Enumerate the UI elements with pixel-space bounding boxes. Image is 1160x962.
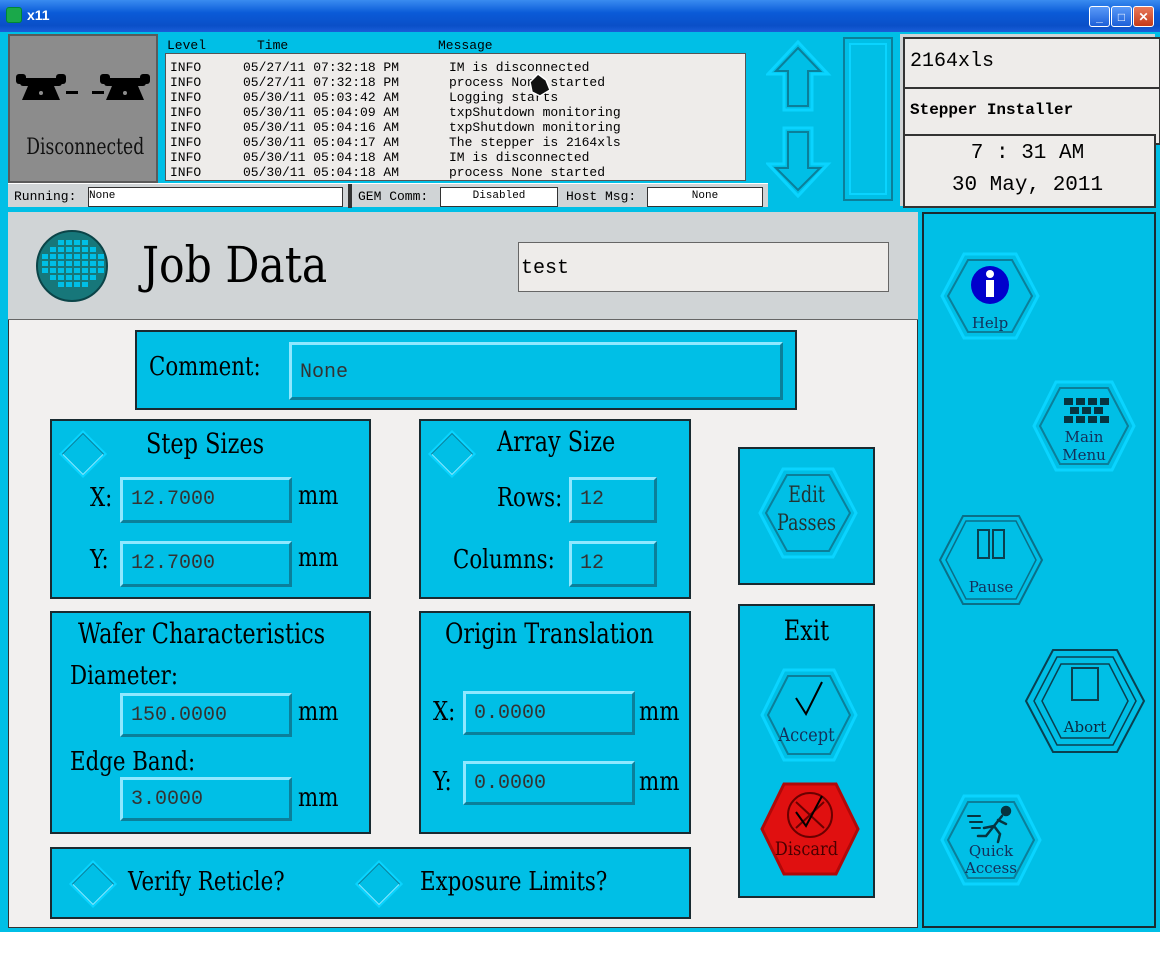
message-log-list[interactable]: INFO 05/27/11 07:32:18 PM IM is disconnect… (165, 53, 746, 181)
clock: 7 : 31 AM 30 May, 2011 (903, 134, 1156, 208)
edit-passes-label-1: Edit (788, 483, 825, 508)
scroll-track[interactable] (843, 37, 893, 201)
minimize-button[interactable]: _ (1089, 6, 1110, 27)
exposure-limits-label: Exposure Limits? (420, 867, 608, 897)
edit-passes-label-2: Passes (776, 511, 837, 536)
step-sizes-panel: Step Sizes X: 12.7000 mm Y: 12.7000 mm (50, 419, 371, 599)
exposure-limits-checkbox[interactable] (354, 859, 404, 909)
help-label: Help (971, 314, 1009, 332)
columns-input[interactable]: 12 (569, 541, 657, 587)
exit-panel: Exit Accept Discard (738, 604, 875, 898)
origin-title: Origin Translation (445, 617, 654, 650)
edit-passes-panel: Edit Passes (738, 447, 875, 585)
step-x-label: X: (90, 483, 113, 513)
clock-date: 30 May, 2011 (951, 174, 1104, 197)
wafer-title: Wafer Characteristics (78, 617, 326, 650)
scroll-up-arrow-icon[interactable] (766, 39, 832, 112)
window-title: x11 (27, 7, 50, 23)
verify-reticle-label: Verify Reticle? (128, 867, 285, 897)
gem-comm-label: GEM Comm: (358, 189, 429, 204)
running-field: None (88, 187, 343, 207)
pointer-cursor-icon (529, 73, 551, 97)
log-header-message: Message (438, 38, 493, 53)
status-strip: Running: None GEM Comm: Disabled Host Ms… (8, 183, 768, 208)
wafer-icon (36, 230, 108, 302)
diameter-label: Diameter: (70, 661, 179, 691)
window-titlebar (0, 0, 1160, 32)
gem-comm-field: Disabled (440, 187, 558, 207)
step-x-unit: mm (298, 481, 339, 511)
rows-label: Rows: (497, 483, 563, 513)
scroll-down-arrow-icon[interactable] (766, 126, 832, 199)
abort-button[interactable] (1024, 648, 1146, 754)
log-header-level: Level (167, 38, 207, 53)
origin-translation-panel: Origin Translation X: 0.0000 mm Y: 0.000… (419, 611, 691, 834)
comment-label: Comment: (149, 352, 261, 382)
scroll-arrows[interactable] (766, 36, 896, 204)
app-icon (6, 7, 22, 23)
host-msg-label: Host Msg: (566, 189, 637, 204)
edge-band-unit: mm (298, 783, 339, 813)
machine-info-panel: 2164xls Stepper Installer 7 : 31 AM 30 M… (900, 34, 1160, 208)
step-sizes-title: Step Sizes (146, 427, 265, 460)
exit-title: Exit (783, 614, 830, 647)
origin-x-label: X: (433, 697, 456, 727)
page-title: Job Data (142, 236, 328, 294)
accept-button[interactable] (760, 668, 858, 762)
divider (348, 184, 352, 208)
comment-panel: Comment: None (135, 330, 797, 410)
step-x-input[interactable]: 12.7000 (120, 477, 292, 523)
origin-x-input[interactable]: 0.0000 (463, 691, 635, 735)
diameter-input[interactable]: 150.0000 (120, 693, 292, 737)
wafer-characteristics-panel: Wafer Characteristics Diameter: 150.0000… (50, 611, 371, 834)
main-menu-label-2: Menu (1062, 446, 1106, 464)
accept-label: Accept (778, 724, 835, 746)
array-size-panel: Array Size Rows: 12 Columns: 12 (419, 419, 691, 599)
clock-time: 7 : 31 AM (970, 142, 1085, 165)
main-menu-label-1: Main (1064, 428, 1104, 446)
running-label: Running: (14, 189, 77, 204)
columns-label: Columns: (453, 545, 555, 575)
diameter-unit: mm (298, 697, 339, 727)
array-size-checkbox[interactable] (427, 429, 477, 479)
rows-input[interactable]: 12 (569, 477, 657, 523)
close-button[interactable]: ✕ (1133, 6, 1154, 27)
log-header-time: Time (257, 38, 289, 53)
step-y-label: Y: (90, 545, 109, 575)
options-panel: Verify Reticle? Exposure Limits? (50, 847, 691, 919)
edge-band-input[interactable]: 3.0000 (120, 777, 292, 821)
origin-y-label: Y: (433, 767, 452, 797)
verify-reticle-checkbox[interactable] (68, 859, 118, 909)
origin-x-unit: mm (639, 697, 680, 727)
maximize-button[interactable]: □ (1111, 6, 1132, 27)
quick-access-label-1: Quick (968, 842, 1014, 860)
host-msg-field: None (647, 187, 763, 207)
job-name-field[interactable]: test (518, 242, 889, 292)
connection-status: Disconnected (26, 135, 145, 160)
discard-label: Discard (774, 838, 839, 860)
step-sizes-checkbox[interactable] (58, 429, 108, 479)
step-y-unit: mm (298, 543, 339, 573)
pause-label: Pause (968, 578, 1014, 596)
info-icon (971, 266, 1009, 304)
origin-y-unit: mm (639, 767, 680, 797)
array-size-title: Array Size (497, 425, 616, 458)
discard-button[interactable] (760, 782, 860, 876)
step-y-input[interactable]: 12.7000 (120, 541, 292, 587)
comment-input[interactable]: None (289, 342, 783, 400)
connection-panel[interactable] (8, 34, 158, 183)
phone-disconnected-icon (16, 74, 150, 100)
abort-label: Abort (1063, 718, 1107, 736)
origin-y-input[interactable]: 0.0000 (463, 761, 635, 805)
edge-band-label: Edge Band: (70, 747, 196, 777)
quick-access-label-2: Access (965, 859, 1017, 877)
